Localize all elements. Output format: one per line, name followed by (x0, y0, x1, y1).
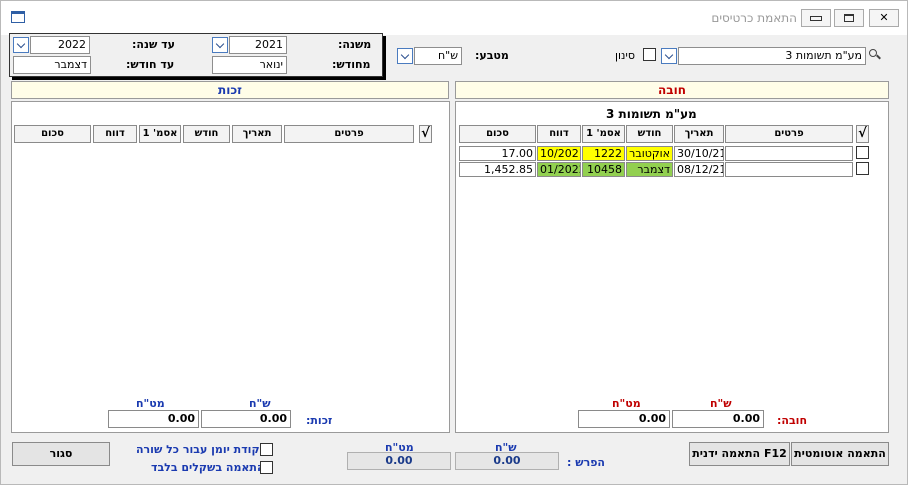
currency-label: מטבע: (475, 49, 509, 62)
credit-total-nis: 0.00 (201, 410, 291, 428)
currency-field[interactable]: ש"ח (414, 47, 462, 65)
debit-fx-label: מט"ח (612, 397, 641, 410)
credit-col-report[interactable]: דווח (93, 125, 137, 143)
to-month-label: עד חודש: (126, 58, 175, 71)
from-month-label: מחודש: (332, 58, 371, 71)
filter-checkbox[interactable] (643, 48, 656, 61)
credit-col-amount[interactable]: סכום (14, 125, 91, 143)
search-icon-handle (876, 54, 881, 60)
maximize-icon (844, 14, 854, 22)
debit-nis-label: ש"ח (710, 397, 732, 410)
option-nis-only-checkbox[interactable] (260, 461, 273, 474)
to-year-label: עד שנה: (132, 38, 175, 51)
from-year-label: משנה: (338, 38, 372, 51)
row-amount: 1,452.85 (459, 162, 536, 177)
account-dropdown[interactable] (661, 48, 677, 64)
credit-col-details[interactable]: פרטים (284, 125, 414, 143)
debit-col-month[interactable]: חודש (626, 125, 673, 143)
auto-match-button[interactable]: התאמה אוטומטית (791, 442, 889, 466)
period-box: 2022 עד שנה: 2021 משנה: דצמבר עד חודש: י… (9, 33, 383, 77)
match-cards-window: התאמת כרטיסים ✕ 2022 עד שנה: 2021 משנה: … (0, 0, 908, 485)
row-checkbox[interactable] (856, 162, 869, 175)
debit-col-report[interactable]: דווח (537, 125, 581, 143)
window-title: התאמת כרטיסים (711, 11, 797, 25)
row-month: אוקטובר (626, 146, 673, 161)
diff-label: הפרש : (567, 456, 605, 469)
minimize-icon (810, 16, 822, 21)
row-details (725, 162, 853, 177)
close-window-button[interactable]: ✕ (869, 9, 899, 27)
account-field[interactable]: מע"מ תשומות 3 (678, 47, 866, 65)
option-journal-label: פקודת יומן עבור כל שורה (136, 443, 267, 456)
debit-col-date[interactable]: תאריך (674, 125, 724, 143)
maximize-button[interactable] (834, 9, 864, 27)
close-icon: ✕ (879, 11, 889, 24)
manual-match-button[interactable]: התאמה ידנית F12 (689, 442, 790, 466)
credit-header: זכות (11, 81, 449, 99)
row-report: 10/2021 (537, 146, 581, 161)
debit-header: חובה (455, 81, 889, 99)
to-month-field[interactable]: דצמבר (13, 56, 91, 74)
credit-total-label: זכות: (306, 414, 333, 427)
debit-total-label: חובה: (777, 414, 807, 427)
row-amount: 17.00 (459, 146, 536, 161)
row-ref1: 10458 (582, 162, 625, 177)
account-search-button[interactable] (867, 47, 883, 63)
credit-panel: סכום דווח אסמ' 1 חודש תאריך פרטים √ מט"ח… (11, 101, 450, 433)
debit-total-fx: 0.00 (578, 410, 670, 428)
credit-fx-label: מט"ח (136, 397, 165, 410)
from-year-dropdown[interactable] (212, 37, 228, 53)
window-icon (11, 11, 25, 23)
option-journal-checkbox[interactable] (260, 443, 273, 456)
credit-col-month[interactable]: חודש (183, 125, 230, 143)
row-checkbox[interactable] (856, 146, 869, 159)
to-year-dropdown[interactable] (13, 37, 29, 53)
from-year-field[interactable]: 2021 (229, 36, 287, 54)
from-month-field[interactable]: ינואר (212, 56, 287, 74)
close-button[interactable]: סגור (12, 442, 110, 466)
credit-col-ref1[interactable]: אסמ' 1 (139, 125, 181, 143)
row-ref1: 1222 (582, 146, 625, 161)
to-year-field[interactable]: 2022 (30, 36, 90, 54)
title-bar: התאמת כרטיסים ✕ (1, 1, 907, 35)
diff-fx-value: 0.00 (347, 452, 451, 470)
row-details (725, 146, 853, 161)
row-date: 08/12/21 (674, 162, 724, 177)
credit-total-fx: 0.00 (108, 410, 199, 428)
debit-total-nis: 0.00 (672, 410, 764, 428)
debit-col-details[interactable]: פרטים (725, 125, 853, 143)
filter-label: סינון (615, 49, 635, 62)
option-nis-only-label: התאמה בשקלים בלבד (151, 461, 265, 474)
row-report: 01/2022 (537, 162, 581, 177)
currency-dropdown[interactable] (397, 48, 413, 64)
debit-col-ref1[interactable]: אסמ' 1 (582, 125, 625, 143)
minimize-button[interactable] (801, 9, 831, 27)
credit-nis-label: ש"ח (249, 397, 271, 410)
debit-panel: מע"מ תשומות 3 סכום דווח אסמ' 1 חודש תארי… (455, 101, 889, 433)
credit-col-date[interactable]: תאריך (232, 125, 282, 143)
credit-col-check[interactable]: √ (419, 125, 432, 143)
diff-nis-value: 0.00 (455, 452, 559, 470)
row-month: דצמבר (626, 162, 673, 177)
debit-subtitle: מע"מ תשומות 3 (606, 107, 697, 121)
row-date: 30/10/21 (674, 146, 724, 161)
debit-col-amount[interactable]: סכום (459, 125, 536, 143)
debit-col-check[interactable]: √ (856, 125, 869, 143)
